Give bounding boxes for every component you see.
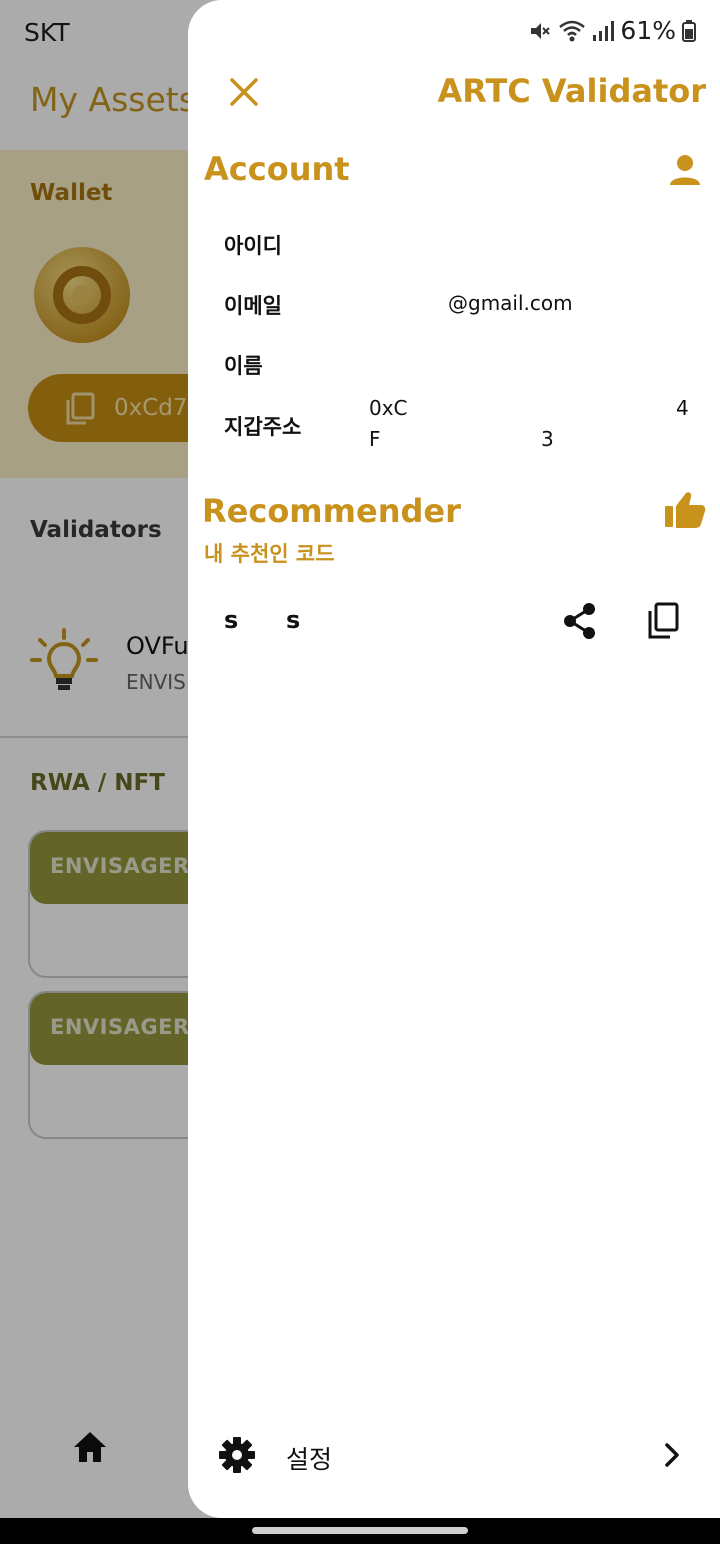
status-icons: 61% (528, 16, 696, 45)
account-name-label: 이름 (224, 354, 263, 378)
recommender-title: Recommender (202, 492, 461, 530)
settings-row[interactable]: 설정 (208, 1420, 708, 1490)
signal-icon (593, 20, 615, 41)
account-id-label: 아이디 (224, 234, 282, 258)
gear-icon (219, 1437, 255, 1473)
account-title: Account (204, 150, 350, 188)
wallet-address-part: F (369, 427, 381, 451)
wallet-address-part: 3 (541, 427, 554, 451)
account-email-label: 이메일 (224, 294, 282, 318)
home-gesture-handle[interactable] (252, 1527, 468, 1534)
mute-icon (531, 22, 551, 39)
system-navigation-bar (0, 1518, 720, 1544)
navigation-drawer: 61% ARTC Validator Account 아이디 이메일 @gmai… (188, 0, 720, 1518)
person-icon[interactable] (668, 153, 702, 187)
close-icon[interactable] (224, 72, 264, 112)
wallet-address-part: 4 (676, 396, 689, 420)
referral-code-char: s (224, 606, 239, 634)
battery-percent: 61% (620, 16, 676, 45)
wifi-icon (559, 20, 586, 41)
battery-icon (682, 19, 696, 42)
chevron-right-icon (665, 1443, 679, 1467)
account-email-value: @gmail.com (448, 291, 573, 315)
recommender-subtitle: 내 추천인 코드 (204, 542, 335, 566)
copy-icon[interactable] (646, 602, 680, 640)
app-name: ARTC Validator (437, 72, 706, 110)
thumbs-up-icon (665, 492, 706, 528)
account-wallet-label: 지갑주소 (224, 415, 302, 439)
referral-code-char: s (286, 606, 301, 634)
settings-label: 설정 (286, 1445, 333, 1474)
share-icon[interactable] (562, 602, 598, 640)
wallet-address-part: 0xC (369, 396, 408, 420)
